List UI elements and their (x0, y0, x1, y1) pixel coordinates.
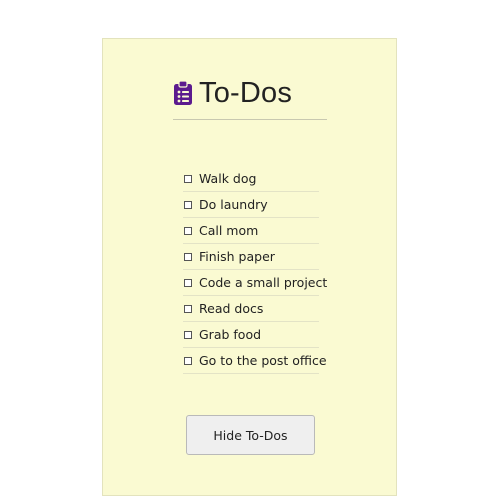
todo-header: To-Dos (173, 77, 327, 120)
hide-todos-button[interactable]: Hide To-Dos (186, 415, 315, 455)
todo-checkbox[interactable] (184, 330, 192, 339)
page-title: To-Dos (199, 77, 293, 109)
todo-label: Call mom (199, 223, 259, 238)
todo-label: Go to the post office (199, 353, 327, 368)
todo-card: To-Dos Walk dog Do laundry Call mom Fini… (102, 38, 397, 496)
todo-label: Read docs (199, 301, 264, 316)
todo-label: Do laundry (199, 197, 268, 212)
todo-item[interactable]: Go to the post office (183, 348, 327, 374)
todo-label: Grab food (199, 327, 262, 342)
todo-checkbox[interactable] (184, 252, 192, 261)
todo-item[interactable]: Walk dog (183, 166, 319, 192)
todo-checkbox[interactable] (184, 226, 192, 235)
todo-checkbox[interactable] (184, 278, 192, 287)
todo-item[interactable]: Read docs (183, 296, 319, 322)
todo-label: Code a small project (199, 275, 328, 290)
todo-checkbox[interactable] (184, 200, 192, 209)
todo-checkbox[interactable] (184, 304, 192, 313)
todo-item[interactable]: Call mom (183, 218, 319, 244)
todo-item[interactable]: Finish paper (183, 244, 319, 270)
todo-item[interactable]: Code a small project (183, 270, 327, 296)
clipboard-list-icon (174, 80, 192, 105)
todo-label: Finish paper (199, 249, 275, 264)
todo-checkbox[interactable] (184, 356, 192, 365)
todo-checkbox[interactable] (184, 174, 192, 183)
todo-label: Walk dog (199, 171, 257, 186)
todo-list: Walk dog Do laundry Call mom Finish pape… (183, 166, 327, 374)
todo-item[interactable]: Grab food (183, 322, 319, 348)
todo-item[interactable]: Do laundry (183, 192, 319, 218)
